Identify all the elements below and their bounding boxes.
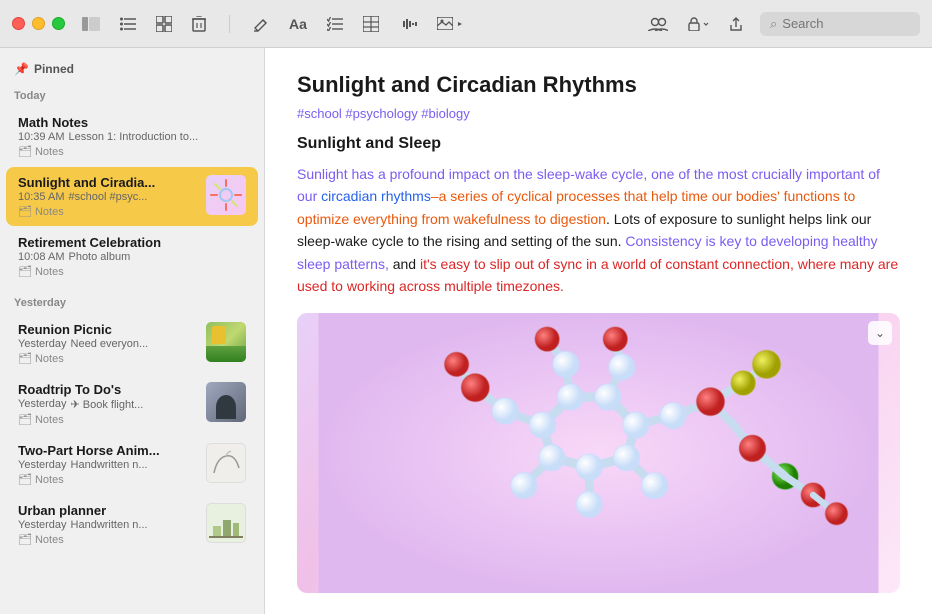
note-folder: 🗂 Notes bbox=[18, 205, 198, 218]
note-item-horse[interactable]: Two-Part Horse Anim... Yesterday Handwri… bbox=[6, 435, 258, 494]
note-image: ⌄ bbox=[297, 313, 900, 593]
note-meta: 10:39 AM Lesson 1: Introduction to... bbox=[18, 131, 246, 143]
note-tags: #school #psychology #biology bbox=[297, 106, 900, 121]
main-container: 📌 Pinned Today Math Notes 10:39 AM Lesso… bbox=[0, 48, 932, 614]
grid-view-button[interactable] bbox=[153, 13, 175, 35]
note-thumbnail bbox=[206, 322, 246, 362]
share-button[interactable] bbox=[726, 13, 746, 35]
audio-button[interactable] bbox=[396, 14, 420, 34]
sidebar-toggle-button[interactable] bbox=[79, 14, 103, 34]
folder-icon: 🗂 bbox=[18, 533, 32, 546]
search-box[interactable]: ⌕ bbox=[760, 12, 920, 36]
molecule-svg bbox=[297, 313, 900, 593]
note-info: Sunlight and Ciradia... 10:35 AM #school… bbox=[18, 175, 198, 218]
fullscreen-button[interactable] bbox=[52, 17, 65, 30]
left-toolbar bbox=[79, 13, 209, 35]
folder-icon: 🗂 bbox=[18, 205, 32, 218]
note-info: Urban planner Yesterday Handwritten n...… bbox=[18, 503, 198, 546]
note-subtitle: Sunlight and Sleep bbox=[297, 135, 900, 153]
note-item-urban[interactable]: Urban planner Yesterday Handwritten n...… bbox=[6, 495, 258, 554]
note-body: Sunlight has a profound impact on the sl… bbox=[297, 163, 900, 297]
note-info: Reunion Picnic Yesterday Need everyon...… bbox=[18, 322, 198, 365]
note-info: Roadtrip To Do's Yesterday ✈ Book flight… bbox=[18, 382, 198, 426]
content-area: Sunlight and Circadian Rhythms #school #… bbox=[265, 48, 932, 614]
list-view-button[interactable] bbox=[117, 14, 139, 34]
note-item-reunion[interactable]: Reunion Picnic Yesterday Need everyon...… bbox=[6, 314, 258, 373]
lock-button[interactable] bbox=[685, 14, 712, 34]
font-button[interactable]: Aa bbox=[286, 13, 310, 35]
titlebar: Aa ⌕ bbox=[0, 0, 932, 48]
folder-icon: 🗂 bbox=[18, 473, 32, 486]
note-item-math[interactable]: Math Notes 10:39 AM Lesson 1: Introducti… bbox=[6, 107, 258, 166]
note-meta: 10:08 AM Photo album bbox=[18, 251, 246, 263]
note-thumbnail bbox=[206, 443, 246, 483]
text-segment-2: circadian rhythms bbox=[321, 188, 431, 204]
text-segment-6: and bbox=[389, 256, 420, 272]
note-title: Reunion Picnic bbox=[18, 322, 198, 337]
folder-icon: 🗂 bbox=[18, 352, 32, 365]
note-title: Urban planner bbox=[18, 503, 198, 518]
note-folder: 🗂 Notes bbox=[18, 413, 198, 426]
table-button[interactable] bbox=[360, 13, 382, 35]
pinned-header: 📌 Pinned bbox=[0, 56, 264, 80]
note-folder: 🗂 Notes bbox=[18, 145, 246, 158]
compose-button[interactable] bbox=[250, 13, 272, 35]
minimize-button[interactable] bbox=[32, 17, 45, 30]
collaborate-button[interactable] bbox=[645, 14, 671, 34]
note-info: Retirement Celebration 10:08 AM Photo al… bbox=[18, 235, 246, 278]
checklist-button[interactable] bbox=[324, 14, 346, 34]
close-button[interactable] bbox=[12, 17, 25, 30]
note-item-sunlight[interactable]: Sunlight and Ciradia... 10:35 AM #school… bbox=[6, 167, 258, 226]
media-button[interactable] bbox=[434, 14, 467, 33]
note-meta: Yesterday Need everyon... bbox=[18, 338, 198, 350]
note-thumbnail bbox=[206, 175, 246, 215]
folder-icon: 🗂 bbox=[18, 145, 32, 158]
search-input[interactable] bbox=[782, 16, 910, 31]
note-item-retirement[interactable]: Retirement Celebration 10:08 AM Photo al… bbox=[6, 227, 258, 286]
note-title: Two-Part Horse Anim... bbox=[18, 443, 198, 458]
folder-icon: 🗂 bbox=[18, 265, 32, 278]
note-meta: 10:35 AM #school #psyc... bbox=[18, 191, 198, 203]
note-folder: 🗂 Notes bbox=[18, 352, 198, 365]
note-info: Math Notes 10:39 AM Lesson 1: Introducti… bbox=[18, 115, 246, 158]
pinned-label: Pinned bbox=[34, 62, 74, 76]
pin-icon: 📌 bbox=[14, 62, 29, 76]
section-today: Today bbox=[0, 80, 264, 106]
right-toolbar: Aa ⌕ bbox=[250, 12, 920, 36]
delete-button[interactable] bbox=[189, 13, 209, 35]
note-main-title: Sunlight and Circadian Rhythms bbox=[297, 72, 900, 98]
note-thumbnail bbox=[206, 503, 246, 543]
note-info: Two-Part Horse Anim... Yesterday Handwri… bbox=[18, 443, 198, 486]
note-title: Math Notes bbox=[18, 115, 246, 130]
note-folder: 🗂 Notes bbox=[18, 265, 246, 278]
note-title: Sunlight and Ciradia... bbox=[18, 175, 198, 190]
note-meta: Yesterday Handwritten n... bbox=[18, 519, 198, 531]
traffic-lights bbox=[12, 17, 65, 30]
sidebar: 📌 Pinned Today Math Notes 10:39 AM Lesso… bbox=[0, 48, 265, 614]
section-yesterday: Yesterday bbox=[0, 287, 264, 313]
search-icon: ⌕ bbox=[770, 16, 777, 32]
note-meta: Yesterday ✈ Book flight... bbox=[18, 398, 198, 411]
expand-button[interactable]: ⌄ bbox=[868, 321, 892, 345]
note-title: Retirement Celebration bbox=[18, 235, 246, 250]
note-folder: 🗂 Notes bbox=[18, 533, 198, 546]
folder-icon: 🗂 bbox=[18, 413, 32, 426]
note-item-roadtrip[interactable]: Roadtrip To Do's Yesterday ✈ Book flight… bbox=[6, 374, 258, 434]
note-title: Roadtrip To Do's bbox=[18, 382, 198, 397]
note-meta: Yesterday Handwritten n... bbox=[18, 459, 198, 471]
note-folder: 🗂 Notes bbox=[18, 473, 198, 486]
note-thumbnail bbox=[206, 382, 246, 422]
